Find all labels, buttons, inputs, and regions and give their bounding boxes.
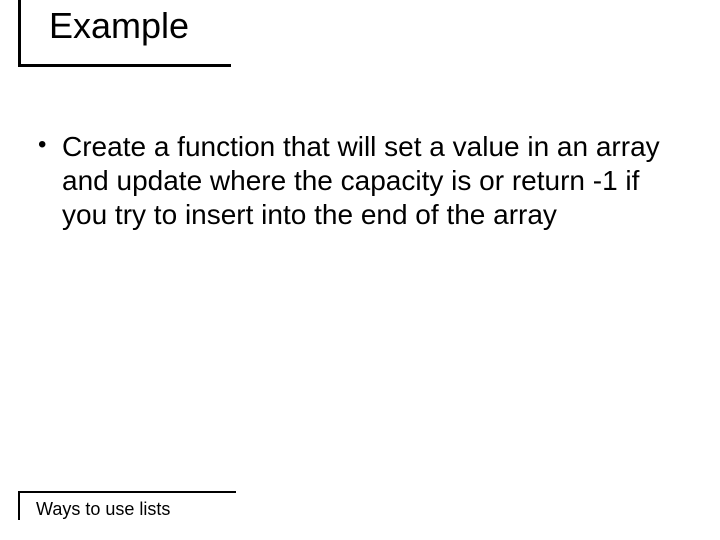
slide-footer: Ways to use lists — [18, 491, 236, 520]
slide-body: Create a function that will set a value … — [34, 130, 674, 232]
title-container: Example — [18, 0, 231, 67]
footer-container: Ways to use lists — [18, 491, 236, 520]
slide-title: Example — [18, 0, 231, 67]
bullet-list: Create a function that will set a value … — [34, 130, 674, 232]
slide: Example Create a function that will set … — [0, 0, 720, 540]
bullet-item: Create a function that will set a value … — [62, 130, 674, 232]
